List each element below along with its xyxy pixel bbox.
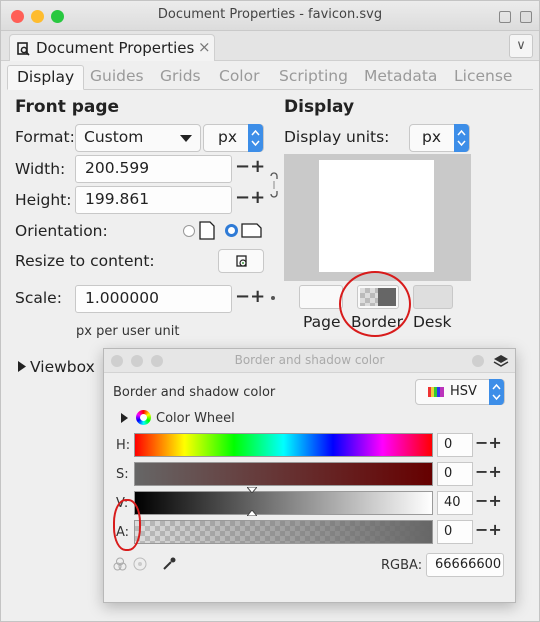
- slider-marker-icon: [247, 510, 257, 516]
- document-properties-icon: [17, 42, 30, 56]
- alpha-value-input[interactable]: 0: [437, 520, 473, 544]
- tab-metadata[interactable]: Metadata: [355, 65, 446, 90]
- scale-note: px per user unit: [76, 324, 180, 339]
- width-minus-plus[interactable]: −+: [235, 156, 265, 177]
- updown-arrows-icon: [248, 124, 263, 152]
- hsv-mode-icon: [428, 387, 444, 397]
- height-minus-plus[interactable]: −+: [235, 187, 265, 208]
- alpha-slider[interactable]: [134, 520, 433, 544]
- scale-dot: [271, 296, 275, 300]
- portrait-page-icon: [199, 221, 215, 240]
- hue-minus-plus[interactable]: −+: [475, 433, 502, 452]
- width-label: Width:: [15, 160, 66, 178]
- dock-tab-label: Document Properties: [36, 39, 195, 57]
- color-mode-value: HSV: [450, 384, 477, 399]
- dock-tab-document-properties[interactable]: Document Properties ×: [9, 34, 215, 61]
- expander-triangle-icon[interactable]: [121, 413, 128, 423]
- color-wheel-expander[interactable]: Color Wheel: [156, 411, 235, 426]
- slider-marker-icon: [247, 487, 257, 493]
- tab-license[interactable]: License: [445, 65, 521, 90]
- desk-swatch-label: Desk: [413, 313, 452, 331]
- format-unit-select[interactable]: px: [203, 124, 264, 152]
- format-select[interactable]: Custom: [75, 124, 201, 152]
- eyedropper-icon[interactable]: [162, 556, 176, 571]
- fullscreen-icon[interactable]: [520, 11, 532, 23]
- saturation-minus-plus[interactable]: −+: [475, 462, 502, 481]
- tab-display[interactable]: Display: [7, 65, 85, 90]
- display-units-value: px: [422, 128, 442, 146]
- tab-guides[interactable]: Guides: [81, 65, 153, 90]
- dock-collapse-button[interactable]: ∨: [509, 34, 533, 58]
- scale-input[interactable]: 1.000000: [75, 285, 232, 313]
- viewbox-expander[interactable]: Viewbox: [30, 358, 95, 376]
- color-mode-select[interactable]: HSV: [415, 379, 505, 405]
- fit-page-icon: [236, 255, 247, 267]
- annotation-circle-alpha: [113, 499, 141, 551]
- value-slider[interactable]: [134, 491, 433, 515]
- value-minus-plus[interactable]: −+: [475, 491, 502, 510]
- saturation-slider[interactable]: [134, 462, 433, 486]
- page-color-swatch[interactable]: [299, 285, 343, 309]
- rgba-input[interactable]: 66666600: [426, 553, 504, 577]
- updown-arrows-icon: [454, 124, 469, 152]
- format-label: Format:: [15, 128, 75, 146]
- stack-icon[interactable]: [493, 354, 509, 368]
- desk-color-swatch[interactable]: [413, 285, 453, 309]
- scale-minus-plus[interactable]: −+: [235, 286, 265, 307]
- dialog-title: Border and shadow color: [234, 353, 385, 367]
- resize-to-content-label: Resize to content:: [15, 252, 155, 270]
- title-bar: Document Properties - favicon.svg: [1, 1, 539, 31]
- hue-slider[interactable]: [134, 433, 433, 457]
- tab-grids[interactable]: Grids: [151, 65, 210, 90]
- tab-scripting[interactable]: Scripting: [270, 65, 357, 90]
- page-swatch-label: Page: [303, 313, 341, 331]
- width-input[interactable]: 200.599: [75, 155, 232, 183]
- close-tab-icon[interactable]: ×: [198, 38, 211, 56]
- dialog-pin-button[interactable]: [472, 355, 484, 367]
- display-units-label: Display units:: [284, 128, 390, 146]
- height-input[interactable]: 199.861: [75, 186, 232, 214]
- color-managed-icon[interactable]: [113, 557, 127, 571]
- restore-icon[interactable]: [499, 11, 511, 23]
- out-of-gamut-icon: [133, 557, 147, 571]
- border-shadow-color-dialog: Border and shadow color Border and shado…: [103, 348, 516, 603]
- dock-tab-bar: Document Properties × ∨: [1, 31, 539, 61]
- saturation-value-input[interactable]: 0: [437, 462, 473, 486]
- dialog-title-bar: Border and shadow color: [104, 349, 515, 373]
- hue-label: H:: [116, 438, 131, 453]
- page-preview-sheet: [319, 160, 434, 272]
- hue-value-input[interactable]: 0: [437, 433, 473, 457]
- updown-arrows-icon: [489, 379, 504, 405]
- orientation-label: Orientation:: [15, 222, 108, 240]
- link-chain-icon[interactable]: [269, 171, 279, 199]
- annotation-circle-border: [339, 271, 411, 337]
- alpha-minus-plus[interactable]: −+: [475, 520, 502, 539]
- dialog-heading: Border and shadow color: [113, 385, 276, 400]
- saturation-label: S:: [116, 467, 129, 482]
- chevron-down-icon: [180, 135, 192, 142]
- landscape-radio[interactable]: [225, 224, 238, 237]
- tab-color[interactable]: Color: [210, 65, 268, 90]
- format-value: Custom: [84, 128, 144, 146]
- scale-label: Scale:: [15, 289, 62, 307]
- display-units-select[interactable]: px: [409, 124, 470, 152]
- resize-to-content-button[interactable]: [218, 249, 264, 273]
- value-value-input[interactable]: 40: [437, 491, 473, 515]
- landscape-page-icon: [241, 223, 262, 238]
- window-title: Document Properties - favicon.svg: [157, 7, 383, 22]
- color-wheel-icon: [136, 410, 151, 425]
- page-preview: [284, 154, 471, 281]
- properties-tabs: Display Guides Grids Color Scripting Met…: [7, 62, 533, 90]
- expander-triangle-icon[interactable]: [18, 361, 26, 372]
- format-unit-value: px: [218, 128, 238, 146]
- portrait-radio[interactable]: [183, 225, 195, 237]
- height-label: Height:: [15, 191, 72, 209]
- front-page-heading: Front page: [15, 97, 120, 117]
- rgba-label: RGBA:: [381, 558, 423, 573]
- display-heading: Display: [284, 97, 355, 117]
